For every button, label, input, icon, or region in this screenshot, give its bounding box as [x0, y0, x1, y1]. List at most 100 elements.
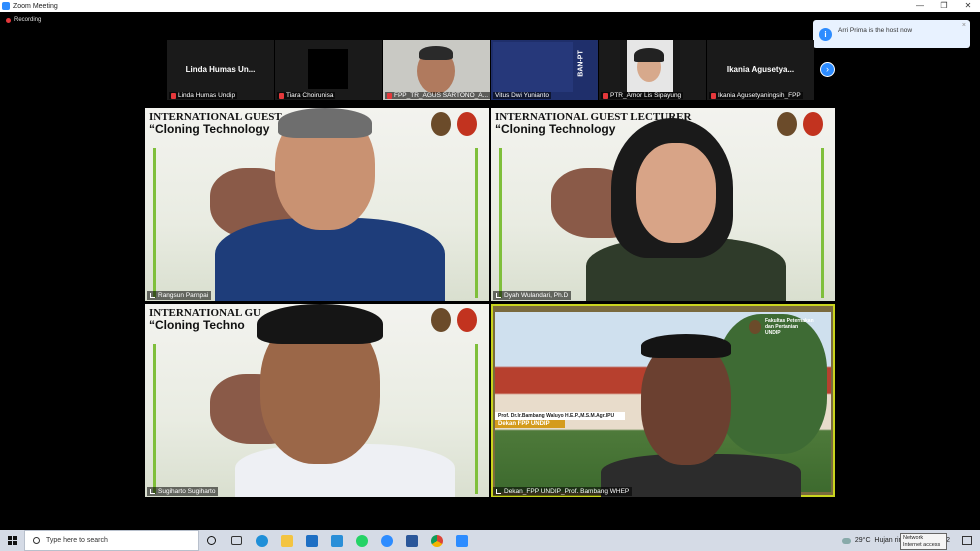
task-view-icon[interactable] — [224, 530, 249, 551]
speaker-hair — [641, 334, 731, 358]
participant-label: Tiara Choirunisa — [277, 92, 336, 99]
participant-name: Ikania Agusetya... — [726, 65, 795, 74]
decorative-leaf — [153, 148, 156, 298]
word-icon[interactable] — [399, 530, 424, 551]
slide-preview — [493, 42, 573, 92]
chrome-icon[interactable] — [424, 530, 449, 551]
university-seal-icon — [777, 112, 797, 136]
window-controls: — ❐ ✕ — [908, 0, 980, 12]
speaker-label-text: Dekan_FPP UNDIP_Prof. Bambang WHEP — [504, 488, 630, 495]
recording-indicator[interactable]: Recording — [6, 17, 41, 23]
participant-thumbnail[interactable]: BAN-PT Vitus Dwi Yunianto — [491, 40, 598, 100]
participant-label-text: Tiara Choirunisa — [286, 92, 334, 99]
pin-icon — [150, 489, 155, 494]
close-button[interactable]: ✕ — [956, 0, 980, 12]
notification-close-button[interactable]: × — [962, 22, 966, 29]
participant-label: Vitus Dwi Yunianto — [493, 92, 551, 99]
speaker-label: Rangsun Parnpai — [147, 291, 212, 300]
faculty-name: Fakultas Peternakan dan Pertanian UNDIP — [765, 318, 814, 336]
mic-muted-icon — [387, 92, 392, 99]
minimize-button[interactable]: — — [908, 0, 932, 12]
mic-muted-icon — [171, 92, 176, 99]
speaker-tile[interactable]: INTERNATIONAL GU “Cloning Techno Sugihar… — [145, 304, 489, 497]
notifications-icon[interactable] — [962, 536, 972, 545]
video-off-placeholder — [308, 49, 348, 89]
recording-dot-icon — [6, 17, 11, 23]
restore-button[interactable]: ❐ — [932, 0, 956, 12]
slide-subtitle: “Cloning Techno — [149, 318, 245, 332]
speaker-tile[interactable]: INTERNATIONAL GUEST “Cloning Technology … — [145, 108, 489, 301]
participant-label-text: PTR_Amor Lis Sipayung — [610, 92, 682, 99]
info-icon: i — [819, 27, 832, 41]
whatsapp-icon[interactable] — [349, 530, 374, 551]
slide-subtitle: “Cloning Technology — [149, 122, 270, 136]
pin-icon — [496, 293, 501, 298]
speaker-label-text: Sugiharto Sugiharto — [158, 488, 216, 495]
participant-label-text: Vitus Dwi Yunianto — [495, 92, 549, 99]
university-seal-icon — [431, 308, 451, 332]
faculty-logo-icon — [749, 320, 761, 334]
participant-thumbnail[interactable]: Tiara Choirunisa — [275, 40, 382, 100]
participant-label: Linda Humas Undip — [169, 92, 238, 99]
participant-strip: Linda Humas Un... Linda Humas Undip Tiar… — [167, 40, 814, 100]
participant-label-text: Ikania Agusetyaningsih_FPP — [718, 92, 801, 99]
speaker-label: Sugiharto Sugiharto — [147, 487, 219, 496]
cortana-icon[interactable] — [199, 530, 224, 551]
decorative-leaf — [475, 344, 478, 494]
participant-label: Ikania Agusetyaningsih_FPP — [709, 92, 803, 99]
pin-icon — [496, 489, 501, 494]
university-seal-icon — [431, 112, 451, 136]
zoom-meeting-icon[interactable] — [449, 530, 474, 551]
mic-muted-icon — [279, 92, 284, 99]
zoom-icon[interactable] — [374, 530, 399, 551]
speaker-tile[interactable]: INTERNATIONAL GUEST LECTURER “Cloning Te… — [491, 108, 835, 301]
active-speaker-tile[interactable]: Fakultas Peternakan dan Pertanian UNDIP … — [491, 304, 835, 497]
weather-icon[interactable] — [841, 537, 851, 544]
participant-hair — [419, 46, 453, 60]
window-title: Zoom Meeting — [13, 2, 58, 10]
banner-role: Dekan FPP UNDIP — [495, 420, 565, 428]
edge-icon[interactable] — [249, 530, 274, 551]
participant-thumbnail[interactable]: PTR_Amor Lis Sipayung — [599, 40, 706, 100]
speaker-hair — [257, 304, 383, 344]
faculty-seal-icon — [803, 112, 823, 136]
speaker-label-text: Dyah Wulandari, Ph.D — [504, 292, 569, 299]
slide-subtitle: “Cloning Technology — [495, 122, 616, 136]
next-page-button[interactable]: › — [820, 62, 835, 77]
recording-label: Recording — [14, 17, 42, 23]
search-placeholder: Type here to search — [46, 537, 108, 544]
speaker-label: Dyah Wulandari, Ph.D — [493, 291, 572, 300]
participant-name: Linda Humas Un... — [185, 65, 256, 74]
participant-label: FPP_TR_AGUS SARTONO_A... — [385, 92, 490, 99]
windows-logo-icon — [7, 536, 17, 545]
windows-taskbar: Type here to search 29°C Hujan ringan 2 — [0, 530, 980, 551]
participant-thumbnail[interactable]: Ikania Agusetya... Ikania Agusetyaningsi… — [707, 40, 814, 100]
speaker-face — [636, 143, 716, 243]
mail-icon[interactable] — [299, 530, 324, 551]
speaker-hair — [278, 108, 372, 138]
name-banner: Prof. Dr.Ir.Bambang Waluyo H.E.P.,M.S.M.… — [495, 412, 625, 430]
decorative-leaf — [475, 148, 478, 298]
faculty-seal-icon — [457, 112, 477, 136]
decorative-leaf — [821, 148, 824, 298]
decorative-leaf — [499, 148, 502, 298]
l-app-icon[interactable] — [324, 530, 349, 551]
file-explorer-icon[interactable] — [274, 530, 299, 551]
speaker-label: Dekan_FPP UNDIP_Prof. Bambang WHEP — [493, 487, 633, 496]
notification-text: Arri Prima is the host now — [838, 26, 913, 34]
decorative-leaf — [153, 344, 156, 494]
participant-hair — [634, 48, 664, 62]
mic-muted-icon — [711, 92, 716, 99]
faculty-seal-icon — [457, 308, 477, 332]
zoom-app-icon — [2, 2, 10, 10]
taskbar-search[interactable]: Type here to search — [24, 530, 199, 551]
participant-thumbnail[interactable]: FPP_TR_AGUS SARTONO_A... — [383, 40, 490, 100]
participant-thumbnail[interactable]: Linda Humas Un... Linda Humas Undip — [167, 40, 274, 100]
participant-label: PTR_Amor Lis Sipayung — [601, 92, 684, 99]
participant-label-text: Linda Humas Undip — [178, 92, 236, 99]
host-notification: i Arri Prima is the host now × — [813, 20, 970, 48]
start-button[interactable] — [0, 530, 24, 551]
participant-label-text: FPP_TR_AGUS SARTONO_A... — [394, 92, 489, 99]
mic-muted-icon — [603, 92, 608, 99]
pin-icon — [150, 293, 155, 298]
